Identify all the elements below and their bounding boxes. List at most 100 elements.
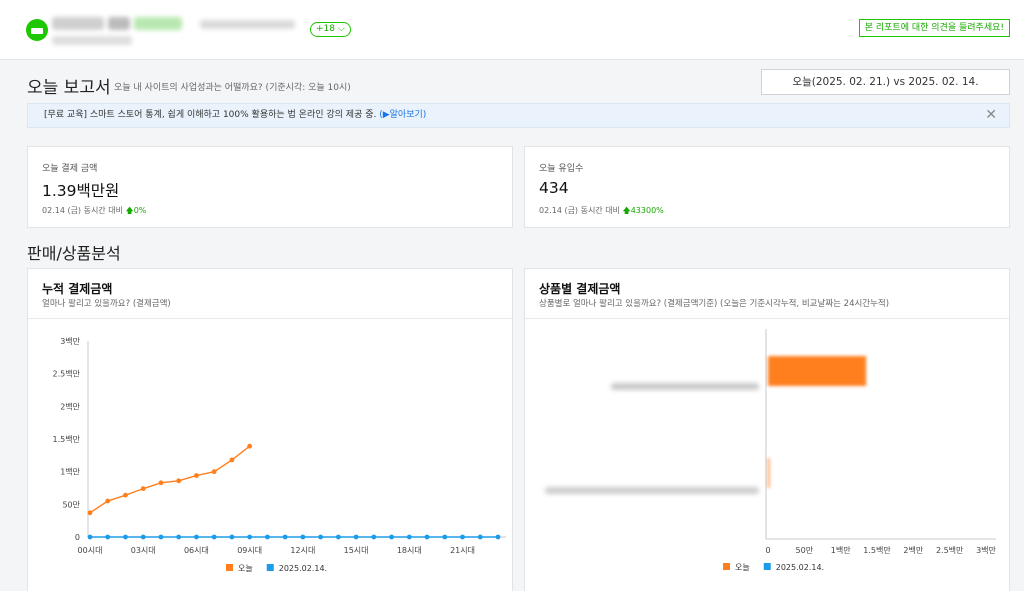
top-bar: +18 ⌵ 본 리포트에 대한 의견을 들려주세요! bbox=[0, 0, 1024, 60]
metric-value: 434 bbox=[539, 179, 569, 197]
store-switch-dropdown[interactable]: +18 ⌵ bbox=[310, 22, 351, 37]
x-tick-label: 12시대 bbox=[290, 546, 315, 555]
data-point bbox=[194, 473, 199, 478]
chart-title: 상품별 결제금액 bbox=[539, 282, 621, 296]
data-point bbox=[140, 534, 146, 540]
y-tick-label: 1.5백만 bbox=[53, 434, 81, 444]
metric-change: 43300% bbox=[630, 206, 664, 215]
data-point bbox=[300, 534, 306, 540]
x-tick-label: 06시대 bbox=[184, 546, 209, 555]
metric-compare: 02.14 (금) 동시간 대비 🡅43300% bbox=[539, 206, 664, 215]
data-point bbox=[87, 534, 93, 540]
page-subtitle: 오늘 내 사이트의 사업성과는 어떨까요? (기준시각: 오늘 10시) bbox=[114, 83, 351, 93]
store-id-redacted bbox=[200, 20, 295, 29]
x-tick-label: 0 bbox=[765, 546, 770, 555]
data-point bbox=[389, 534, 394, 540]
x-tick-label: 21시대 bbox=[450, 546, 475, 555]
x-tick-label: 2백만 bbox=[903, 545, 923, 555]
data-point bbox=[495, 534, 501, 540]
legend-swatch bbox=[266, 564, 274, 571]
data-point bbox=[176, 478, 182, 484]
data-point bbox=[477, 534, 483, 540]
chart-title: 누적 결제금액 bbox=[42, 282, 113, 296]
x-tick-label: 00시대 bbox=[78, 546, 103, 555]
y-tick-label: 3백만 bbox=[60, 336, 80, 346]
data-point bbox=[211, 469, 217, 475]
y-tick-label: 0 bbox=[75, 533, 80, 542]
data-point bbox=[105, 534, 111, 540]
data-point bbox=[105, 498, 111, 504]
data-point bbox=[353, 534, 359, 540]
store-logo-icon bbox=[26, 19, 48, 41]
data-point bbox=[247, 534, 253, 540]
y-tick-label: 2.5백만 bbox=[53, 369, 81, 379]
data-point bbox=[87, 510, 93, 516]
data-point bbox=[460, 534, 465, 540]
data-point bbox=[264, 534, 270, 540]
visits-card: 오늘 유입수 434 02.14 (금) 동시간 대비 🡅43300% bbox=[524, 146, 1010, 228]
chart-subtitle: 얼마나 팔리고 있을까요? (결제금액) bbox=[42, 299, 171, 309]
close-icon[interactable]: ✕ bbox=[985, 104, 997, 127]
metric-value: 1.39백만원 bbox=[42, 182, 120, 200]
data-point bbox=[229, 457, 235, 463]
data-point bbox=[229, 534, 235, 540]
x-tick-label: 50만 bbox=[796, 546, 814, 555]
metric-change: 0% bbox=[133, 206, 147, 215]
legend-swatch bbox=[763, 563, 771, 570]
y-tick-label: 2백만 bbox=[60, 401, 80, 411]
data-point bbox=[442, 534, 448, 540]
metric-compare: 02.14 (금) 동시간 대비 🡅0% bbox=[42, 206, 147, 215]
store-name-redacted bbox=[52, 17, 104, 30]
series-line-0 bbox=[89, 445, 251, 514]
chart-subtitle: 상품별로 얼마나 팔리고 있을까요? (결제금액기준) (오늘은 기준시각누적,… bbox=[539, 299, 890, 309]
x-tick-label: 09시대 bbox=[237, 546, 262, 555]
x-tick-label: 2.5백만 bbox=[936, 545, 964, 555]
legend-label: 오늘 bbox=[238, 564, 253, 573]
data-point bbox=[123, 492, 128, 498]
product-bar-chart: 0 50만 1백만 1.5백만 2백만 2.5백만 3백만오늘 2025.02.14. bbox=[723, 329, 997, 572]
data-point bbox=[247, 443, 253, 449]
notice-learn-more-link[interactable]: (▶알아보기) bbox=[379, 110, 426, 120]
section-title: 판매/상품분석 bbox=[27, 244, 121, 263]
chevron-down-icon: ⌵ bbox=[335, 24, 345, 34]
y-tick-label: 1백만 bbox=[60, 467, 80, 477]
x-tick-label: 15시대 bbox=[344, 546, 369, 555]
legend-label: 2025.02.14. bbox=[776, 563, 824, 572]
notice-banner: [무료 교육] 스마트 스토어 통계, 쉽게 이해하고 100% 활용하는 법 … bbox=[27, 103, 1010, 128]
legend-swatch bbox=[723, 563, 730, 570]
payment-amount-card: 오늘 결제 금액 1.39백만원 02.14 (금) 동시간 대비 🡅0% bbox=[27, 146, 513, 228]
data-point bbox=[140, 486, 146, 492]
notice-text: [무료 교육] 스마트 스토어 통계, 쉽게 이해하고 100% 활용하는 법 … bbox=[44, 110, 380, 120]
metric-label: 오늘 결제 금액 bbox=[42, 164, 98, 174]
store-url-redacted bbox=[52, 36, 132, 45]
data-point bbox=[406, 534, 412, 540]
data-point bbox=[123, 534, 128, 540]
x-tick-label: 1백만 bbox=[831, 545, 851, 555]
product-payment-chart-card: 상품별 결제금액 상품별로 얼마나 팔리고 있을까요? (결제금액기준) (오늘… bbox=[524, 268, 1010, 591]
store-name-redacted bbox=[108, 17, 130, 30]
bar bbox=[768, 458, 770, 488]
cumulative-payment-chart-card: 누적 결제금액 얼마나 팔리고 있을까요? (결제금액) 0 50만 1백만 1.5백… bbox=[27, 268, 513, 591]
data-point bbox=[371, 534, 377, 540]
arrow-up-icon: 🡅 bbox=[125, 206, 134, 215]
metric-label: 오늘 유입수 bbox=[539, 164, 584, 174]
date-range-selector[interactable]: 오늘(2025. 02. 21.) vs 2025. 02. 14. bbox=[761, 69, 1010, 95]
legend-label: 2025.02.14. bbox=[279, 564, 327, 573]
bar bbox=[768, 356, 867, 386]
data-point bbox=[194, 534, 199, 540]
legend-swatch bbox=[226, 564, 233, 571]
data-point bbox=[211, 534, 217, 540]
data-point bbox=[176, 534, 182, 540]
data-point bbox=[282, 534, 288, 540]
data-point bbox=[158, 480, 164, 486]
y-tick-label: 50만 bbox=[62, 500, 80, 509]
legend-label: 오늘 bbox=[735, 563, 750, 572]
x-tick-label: 1.5백만 bbox=[863, 545, 891, 555]
x-tick-label: 3백만 bbox=[976, 545, 996, 555]
data-point bbox=[158, 534, 164, 540]
x-tick-label: 03시대 bbox=[131, 546, 156, 555]
cumulative-line-chart: 0 50만 1백만 1.5백만 2백만 2.5백만 3백만 00시대 03시대 06시대 09시대 1… bbox=[53, 336, 506, 573]
store-grade-redacted bbox=[134, 17, 182, 30]
arrow-up-icon: 🡅 bbox=[622, 206, 631, 215]
feedback-button[interactable]: 본 리포트에 대한 의견을 들려주세요! bbox=[858, 19, 1010, 37]
